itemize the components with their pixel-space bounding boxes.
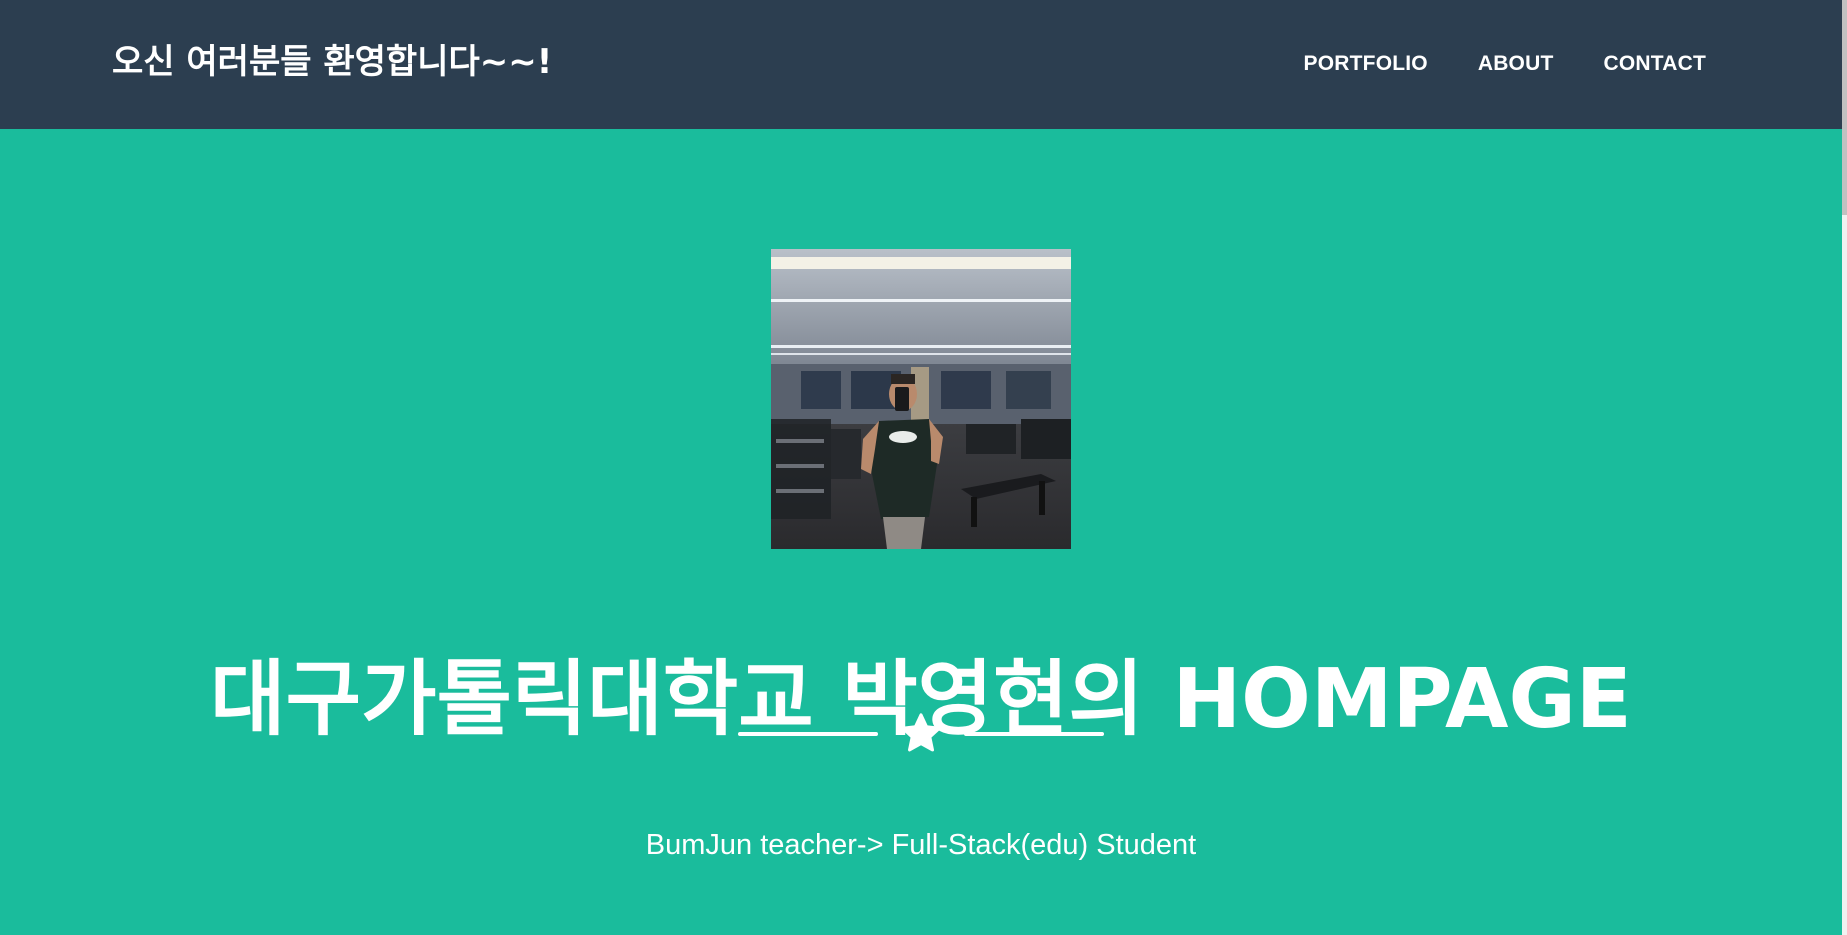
divider-line-left [738,732,878,736]
nav-link-about[interactable]: ABOUT [1478,50,1554,78]
page-scrollbar[interactable] [1842,0,1847,935]
nav-links: PORTFOLIO ABOUT CONTACT [1304,50,1706,78]
nav-link-contact[interactable]: CONTACT [1604,50,1707,78]
star-icon [898,712,944,756]
avatar-image [771,249,1071,549]
scrollbar-thumb[interactable] [1842,0,1847,215]
star-divider [738,710,1104,758]
divider-line-right [964,732,1104,736]
subheading: BumJun teacher-> Full-Stack(edu) Student [645,829,1197,861]
navbar: 오신 여러분들 환영합니다~~! PORTFOLIO ABOUT CONTACT [0,0,1842,129]
brand-link[interactable]: 오신 여러분들 환영합니다~~! [112,40,552,84]
nav-link-portfolio[interactable]: PORTFOLIO [1304,50,1428,78]
